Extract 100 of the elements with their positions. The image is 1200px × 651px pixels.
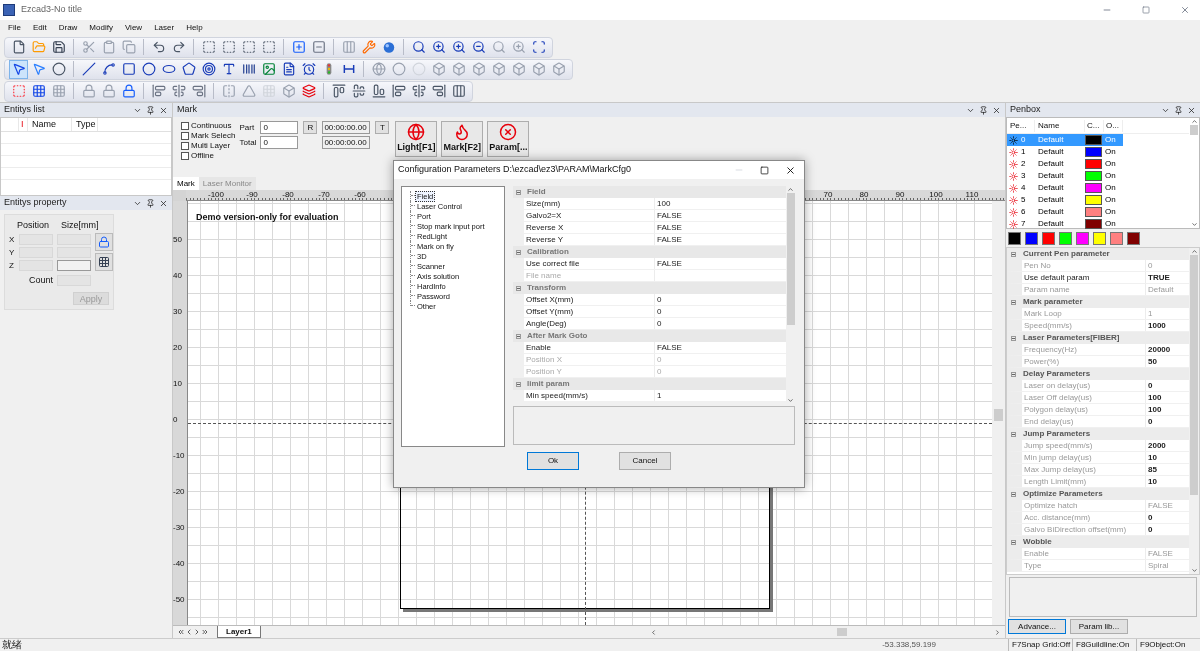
property-value[interactable]: 1 bbox=[655, 390, 786, 401]
property-name: Use correct file bbox=[524, 258, 655, 269]
cancel-button[interactable]: Cancel bbox=[619, 452, 671, 470]
count-label: Count bbox=[29, 274, 54, 287]
ruler-label: 20 bbox=[173, 342, 182, 352]
layer-tab[interactable]: Layer1 bbox=[217, 626, 261, 638]
total-field[interactable]: 0 bbox=[260, 136, 299, 149]
property-value[interactable]: FALSE bbox=[655, 342, 786, 353]
column-header: Type bbox=[76, 119, 96, 129]
menu-item[interactable]: Draw bbox=[58, 22, 78, 34]
property-value[interactable]: 0 bbox=[655, 318, 786, 329]
status-toggle[interactable]: F7Snap Grid:Off bbox=[1008, 639, 1072, 651]
pen-row[interactable]: 4 Default On bbox=[1007, 182, 1123, 194]
axis-label: Y bbox=[9, 246, 15, 259]
pen-row[interactable]: 5 Default On bbox=[1007, 194, 1123, 206]
property-value[interactable]: 100 bbox=[655, 198, 786, 209]
category-row[interactable]: Transform bbox=[513, 282, 786, 294]
category-row[interactable]: After Mark Goto bbox=[513, 330, 786, 342]
status-text: 就绪 bbox=[2, 639, 22, 651]
category-row[interactable]: Delay Parameters bbox=[1007, 368, 1189, 380]
property-name: Param name bbox=[1022, 284, 1146, 295]
property-value[interactable]: FALSE bbox=[655, 234, 786, 245]
category-row[interactable]: Wobble bbox=[1007, 536, 1189, 548]
menu-item[interactable]: Laser bbox=[154, 22, 175, 34]
property-value[interactable]: FALSE bbox=[655, 210, 786, 221]
menu-item[interactable]: File bbox=[8, 22, 21, 34]
pen-row[interactable]: 7 Default On bbox=[1007, 218, 1123, 230]
category-row[interactable]: Optimize Parameters bbox=[1007, 488, 1189, 500]
column-header: Position bbox=[17, 219, 50, 232]
axis-label: Z bbox=[9, 259, 15, 272]
property-value[interactable]: FALSE bbox=[655, 258, 786, 269]
pen-name: Default bbox=[1037, 146, 1065, 158]
pen-state: On bbox=[1104, 158, 1116, 170]
param-button[interactable]: Param[... bbox=[487, 121, 530, 157]
advance-button[interactable]: Advance... bbox=[1008, 619, 1066, 634]
pen-index: 2 bbox=[1020, 158, 1027, 170]
property-name: Position Y bbox=[524, 366, 655, 377]
demo-notice: Demo version-only for evaluation bbox=[196, 211, 339, 224]
category-title: Field bbox=[527, 186, 546, 198]
category-row[interactable]: Calibration bbox=[513, 246, 786, 258]
column-header: I bbox=[21, 119, 24, 129]
pen-name: Default bbox=[1037, 194, 1065, 206]
property-name: Pen No bbox=[1022, 260, 1146, 271]
pen-index: 3 bbox=[1020, 170, 1027, 182]
status-toggle[interactable]: F8Guildline:On bbox=[1072, 639, 1136, 651]
test-button[interactable]: T bbox=[375, 121, 390, 134]
property-name: Frequency(Hz) bbox=[1022, 344, 1146, 355]
property-name: Enable bbox=[524, 342, 655, 353]
pen-row[interactable]: 6 Default On bbox=[1007, 206, 1123, 218]
checkbox-label: Multi Layer bbox=[191, 140, 231, 152]
category-title: Optimize Parameters bbox=[1023, 488, 1103, 500]
menu-item[interactable]: Edit bbox=[32, 22, 47, 34]
category-row[interactable]: Laser Parameters[FIBER] bbox=[1007, 332, 1189, 344]
category-row[interactable]: Field bbox=[513, 186, 786, 198]
property-name: Min speed(mm/s) bbox=[524, 390, 655, 401]
property-name: Type bbox=[1022, 560, 1146, 571]
column-header: Name bbox=[1035, 119, 1085, 132]
property-name: Speed(mm/s) bbox=[1022, 320, 1146, 331]
axis-label: X bbox=[9, 233, 15, 246]
panel-title: Entitys property bbox=[4, 196, 68, 210]
pen-index: 7 bbox=[1020, 218, 1027, 230]
time-field[interactable]: 00:00:00.00 bbox=[322, 121, 371, 134]
category-title: Jump Parameters bbox=[1023, 428, 1091, 440]
pen-index: 0 bbox=[1020, 134, 1027, 146]
property-name: Offset Y(mm) bbox=[524, 306, 655, 317]
ruler-label: -20 bbox=[173, 486, 185, 496]
property-value[interactable]: 0 bbox=[655, 294, 786, 305]
property-value[interactable]: FALSE bbox=[655, 222, 786, 233]
category-row[interactable]: Jump Parameters bbox=[1007, 428, 1189, 440]
param-library-button[interactable]: Param lib... bbox=[1070, 619, 1128, 634]
menu-item[interactable]: Help bbox=[186, 22, 203, 34]
ruler-label: -10 bbox=[173, 450, 185, 460]
menu-item[interactable]: Modify bbox=[89, 22, 113, 34]
category-row[interactable]: limit param bbox=[513, 378, 786, 390]
reset-button[interactable]: R bbox=[303, 121, 318, 134]
column-header: O... bbox=[1104, 119, 1123, 132]
property-value[interactable]: 0 bbox=[655, 306, 786, 317]
category-title: Delay Parameters bbox=[1023, 368, 1091, 380]
pen-name: Default bbox=[1037, 182, 1065, 194]
time-field[interactable]: 00:00:00.00 bbox=[322, 136, 371, 149]
column-header: Pe... bbox=[1007, 119, 1035, 132]
light-button[interactable]: Light[F1] bbox=[395, 121, 438, 157]
menu-item[interactable]: View bbox=[124, 22, 143, 34]
mark-button[interactable]: Mark[F2] bbox=[441, 121, 484, 157]
panel-tab[interactable]: Mark bbox=[173, 177, 199, 190]
status-toggle[interactable]: F9Object:On bbox=[1136, 639, 1200, 651]
ok-button[interactable]: Ok bbox=[527, 452, 579, 470]
part-field[interactable]: 0 bbox=[260, 121, 299, 134]
property-value[interactable]: TRUE bbox=[1146, 272, 1189, 283]
property-name: Position X bbox=[524, 354, 655, 365]
category-row[interactable]: Mark parameter bbox=[1007, 296, 1189, 308]
column-header: Name bbox=[32, 119, 56, 129]
pen-row[interactable]: 1 Default On bbox=[1007, 146, 1123, 158]
property-name: Max Jump delay(us) bbox=[1022, 464, 1146, 475]
pen-row[interactable]: 3 Default On bbox=[1007, 170, 1123, 182]
category-row[interactable]: Current Pen parameter bbox=[1007, 248, 1189, 260]
pen-row[interactable]: 2 Default On bbox=[1007, 158, 1123, 170]
category-title: limit param bbox=[527, 378, 570, 390]
cursor-coordinates: -53.338,59.199 bbox=[882, 639, 936, 651]
column-header: C... bbox=[1085, 119, 1104, 132]
